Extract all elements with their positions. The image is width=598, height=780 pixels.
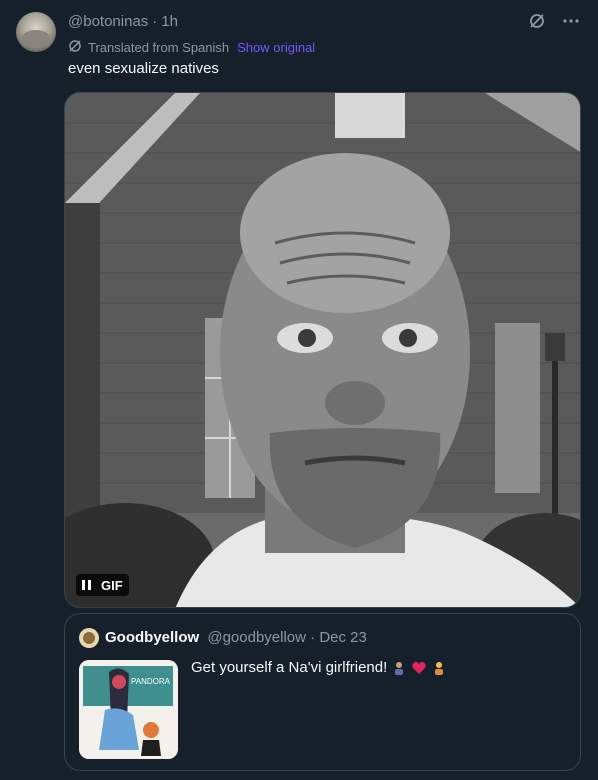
header-separator: · [152, 13, 158, 30]
person-emoji-2-icon [431, 660, 447, 676]
quote-media-thumbnail[interactable]: PANDORA [79, 660, 178, 759]
tweet-text: even sexualize natives [68, 60, 219, 77]
quote-text-row: Get yourself a Na'vi girlfriend! [191, 659, 447, 676]
translate-icon [68, 39, 82, 56]
quoted-tweet[interactable]: Goodbyellow @goodbyellow · Dec 23 PANDOR… [64, 613, 581, 771]
tweet-header: @botoninas · 1h [68, 13, 178, 30]
gif-badge: GIF [101, 577, 123, 593]
quote-header: Goodbyellow @goodbyellow · Dec 23 [105, 629, 367, 646]
red-heart-icon [411, 660, 427, 676]
quote-separator: · [310, 629, 320, 646]
tweet-gif[interactable] [64, 92, 581, 608]
more-options-icon[interactable] [560, 10, 582, 32]
quote-date[interactable]: Dec 23 [319, 629, 367, 646]
person-emoji-icon [391, 660, 407, 676]
translation-bar: Translated from Spanish Show original [68, 39, 315, 56]
quote-text: Get yourself a Na'vi girlfriend! [191, 659, 388, 676]
thumb-title: PANDORA [131, 677, 171, 686]
quote-author-handle[interactable]: @goodbyellow [207, 629, 306, 646]
translated-label: Translated from Spanish [88, 40, 230, 55]
quote-author-avatar[interactable] [79, 628, 99, 648]
author-avatar[interactable] [16, 12, 56, 52]
grok-icon[interactable] [526, 10, 548, 32]
show-original-link[interactable]: Show original [237, 40, 315, 55]
author-handle[interactable]: @botoninas [68, 13, 148, 30]
gif-controls: GIF [76, 574, 129, 596]
tweet-actions-top [526, 10, 582, 32]
quote-author-name[interactable]: Goodbyellow [105, 629, 199, 646]
pause-icon[interactable] [82, 580, 91, 590]
tweet-time[interactable]: 1h [161, 13, 178, 30]
